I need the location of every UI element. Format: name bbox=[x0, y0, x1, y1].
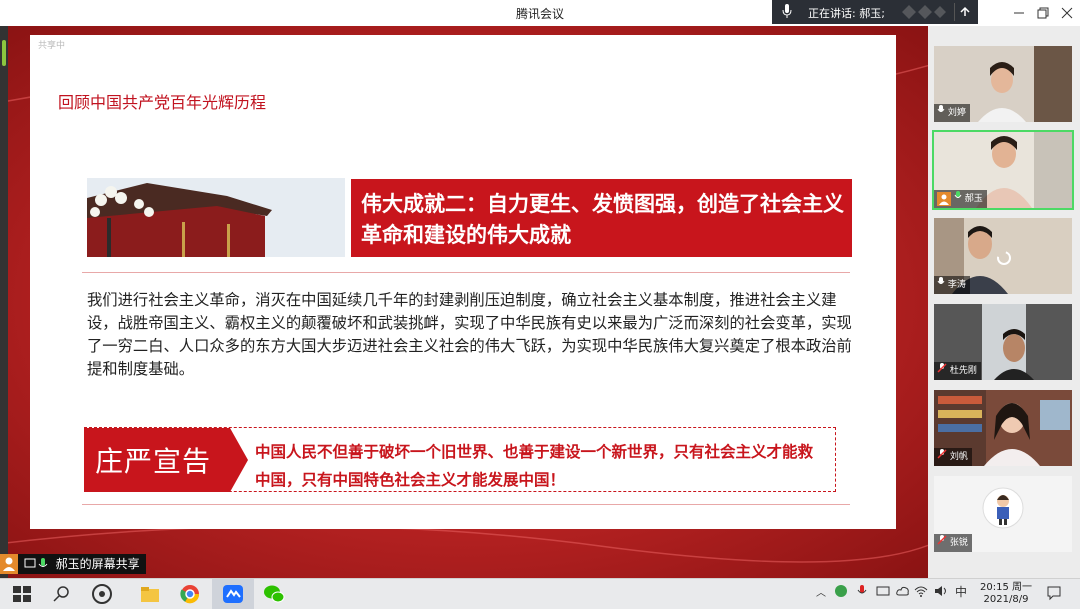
participant-tile[interactable]: 杜先刚 bbox=[934, 304, 1072, 380]
speaking-label: 正在讲话: 郝玉; bbox=[808, 7, 885, 20]
clock-time: 20:15 周一 bbox=[980, 582, 1032, 593]
taskbar: ︿ 中 bbox=[0, 578, 1080, 609]
sharing-watermark: 共享中 bbox=[38, 41, 66, 51]
participant-name-tag: 张锐 bbox=[934, 534, 972, 552]
mic-muted-icon bbox=[937, 362, 947, 380]
divider bbox=[82, 504, 850, 505]
mic-icon bbox=[937, 104, 945, 122]
user-icon bbox=[0, 554, 18, 574]
slide-title: 回顾中国共产党百年光辉历程 bbox=[58, 93, 267, 112]
tray-cloud-icon[interactable] bbox=[896, 584, 910, 598]
minimize-icon[interactable] bbox=[1010, 4, 1028, 22]
participant-tile[interactable]: 张锐 bbox=[934, 476, 1072, 552]
mic-muted-icon bbox=[937, 448, 947, 466]
participant-name-tag: 李涛 bbox=[934, 276, 970, 294]
participant-name-tag: 郝玉 bbox=[934, 190, 987, 208]
share-status-icons bbox=[22, 554, 52, 574]
slide-body-text: 我们进行社会主义革命，消灭在中国延续几千年的封建剥削压迫制度，确立社会主义基本制… bbox=[87, 291, 852, 378]
drag-handle[interactable] bbox=[2, 40, 6, 66]
tray-expand-icon[interactable]: ︿ bbox=[816, 584, 826, 599]
taskbar-clock[interactable]: 20:15 周一 2021/8/9 bbox=[978, 582, 1034, 606]
participant-tile[interactable]: 刘帆 bbox=[934, 390, 1072, 466]
title-bar: 腾讯会议 正在讲话: 郝玉; bbox=[0, 0, 1080, 26]
participant-tile[interactable]: 李涛 bbox=[934, 218, 1072, 294]
current-speaker-indicator[interactable]: 正在讲话: 郝玉; bbox=[772, 0, 978, 24]
gate-image bbox=[87, 178, 345, 257]
chrome-icon[interactable] bbox=[178, 583, 202, 605]
close-icon[interactable] bbox=[1058, 4, 1076, 22]
tiananmen-photo bbox=[87, 178, 345, 257]
restore-icon[interactable] bbox=[1034, 4, 1052, 22]
achievement-banner: 伟大成就二：自力更生、发愤图强，创造了社会主义革命和建设的伟大成就 bbox=[351, 179, 852, 257]
app-icon-pinwheel[interactable] bbox=[90, 583, 114, 605]
windows-start-icon[interactable] bbox=[10, 583, 34, 605]
share-label-text: 郝玉的屏幕共享 bbox=[55, 557, 140, 571]
screen-share-label[interactable]: 郝玉的屏幕共享 bbox=[0, 554, 146, 574]
tray-mic-icon[interactable] bbox=[856, 584, 868, 598]
participant-name-tag: 杜先刚 bbox=[934, 362, 981, 380]
mic-muted-icon bbox=[937, 534, 947, 552]
participant-name-tag: 刘婷 bbox=[934, 104, 970, 122]
notification-icon[interactable] bbox=[1046, 585, 1062, 601]
wifi-icon[interactable] bbox=[914, 584, 928, 598]
wechat-icon[interactable] bbox=[262, 583, 286, 605]
file-explorer-icon[interactable] bbox=[138, 583, 162, 605]
participant-name-tag: 刘帆 bbox=[934, 448, 972, 466]
volume-icon[interactable] bbox=[934, 584, 948, 598]
ime-indicator[interactable]: 中 bbox=[955, 583, 967, 600]
tray-network-drive-icon[interactable] bbox=[876, 584, 890, 598]
mic-icon bbox=[782, 4, 792, 18]
clock-date: 2021/8/9 bbox=[983, 594, 1029, 605]
tencent-meeting-icon[interactable] bbox=[221, 583, 245, 605]
left-edge-handle[interactable] bbox=[0, 26, 8, 578]
declaration-text: 中国人民不但善于破坏一个旧世界、也善于建设一个新世界，只有社会主义才能救中国，只… bbox=[255, 443, 814, 489]
host-icon bbox=[937, 192, 951, 206]
mic-on-icon bbox=[954, 190, 962, 208]
participant-tile-active-speaker[interactable]: 郝玉 bbox=[932, 130, 1074, 210]
tray-app-icon[interactable] bbox=[834, 584, 848, 598]
divider bbox=[82, 272, 850, 273]
logo-watermark-icon bbox=[902, 5, 946, 19]
mic-icon bbox=[937, 276, 945, 294]
participant-tile[interactable]: 刘婷 bbox=[934, 46, 1072, 122]
declaration-label: 庄严宣告 bbox=[95, 445, 212, 478]
collapse-icon[interactable] bbox=[954, 3, 975, 21]
search-icon[interactable] bbox=[50, 583, 74, 605]
